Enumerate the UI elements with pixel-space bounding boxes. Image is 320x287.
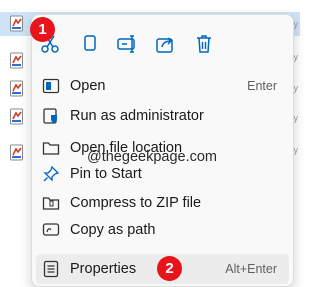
watermark: @thegeekpage.com (87, 149, 217, 165)
file-icon[interactable] (9, 15, 25, 32)
share-icon[interactable] (153, 32, 177, 56)
menu-item-open[interactable]: Open Enter (36, 71, 289, 101)
menu-item-label: Open (70, 78, 106, 94)
open-icon (42, 77, 60, 95)
file-list (0, 0, 30, 287)
file-icon[interactable] (9, 80, 25, 97)
menu-item-label: Run as administrator (70, 108, 204, 124)
menu-item-label: Compress to ZIP file (70, 195, 202, 211)
menu-item-label: Properties (70, 261, 137, 277)
context-menu-toolbar (32, 15, 293, 67)
step-badge-2: 2 (157, 256, 182, 281)
zip-icon (42, 194, 60, 212)
pin-icon (42, 165, 60, 183)
admin-shield-icon (42, 107, 60, 125)
folder-icon (42, 139, 60, 157)
copy-icon[interactable] (78, 32, 102, 56)
rename-icon[interactable] (115, 32, 139, 56)
menu-item-shortcut: Alt+Enter (225, 262, 277, 276)
delete-icon[interactable] (192, 32, 216, 56)
file-icon[interactable] (9, 52, 25, 69)
menu-item-label: Copy as path (70, 222, 156, 238)
copy-path-icon (42, 221, 60, 239)
menu-item-compress-to-zip[interactable]: Compress to ZIP file (36, 188, 289, 218)
menu-item-shortcut: Enter (247, 79, 277, 93)
file-icon[interactable] (9, 108, 25, 125)
menu-item-copy-as-path[interactable]: Copy as path (36, 215, 289, 245)
menu-item-label: Pin to Start (70, 166, 142, 182)
file-icon[interactable] (9, 144, 25, 161)
menu-item-run-as-administrator[interactable]: Run as administrator (36, 101, 289, 131)
step-badge-1: 1 (30, 17, 55, 42)
properties-icon (42, 260, 60, 278)
